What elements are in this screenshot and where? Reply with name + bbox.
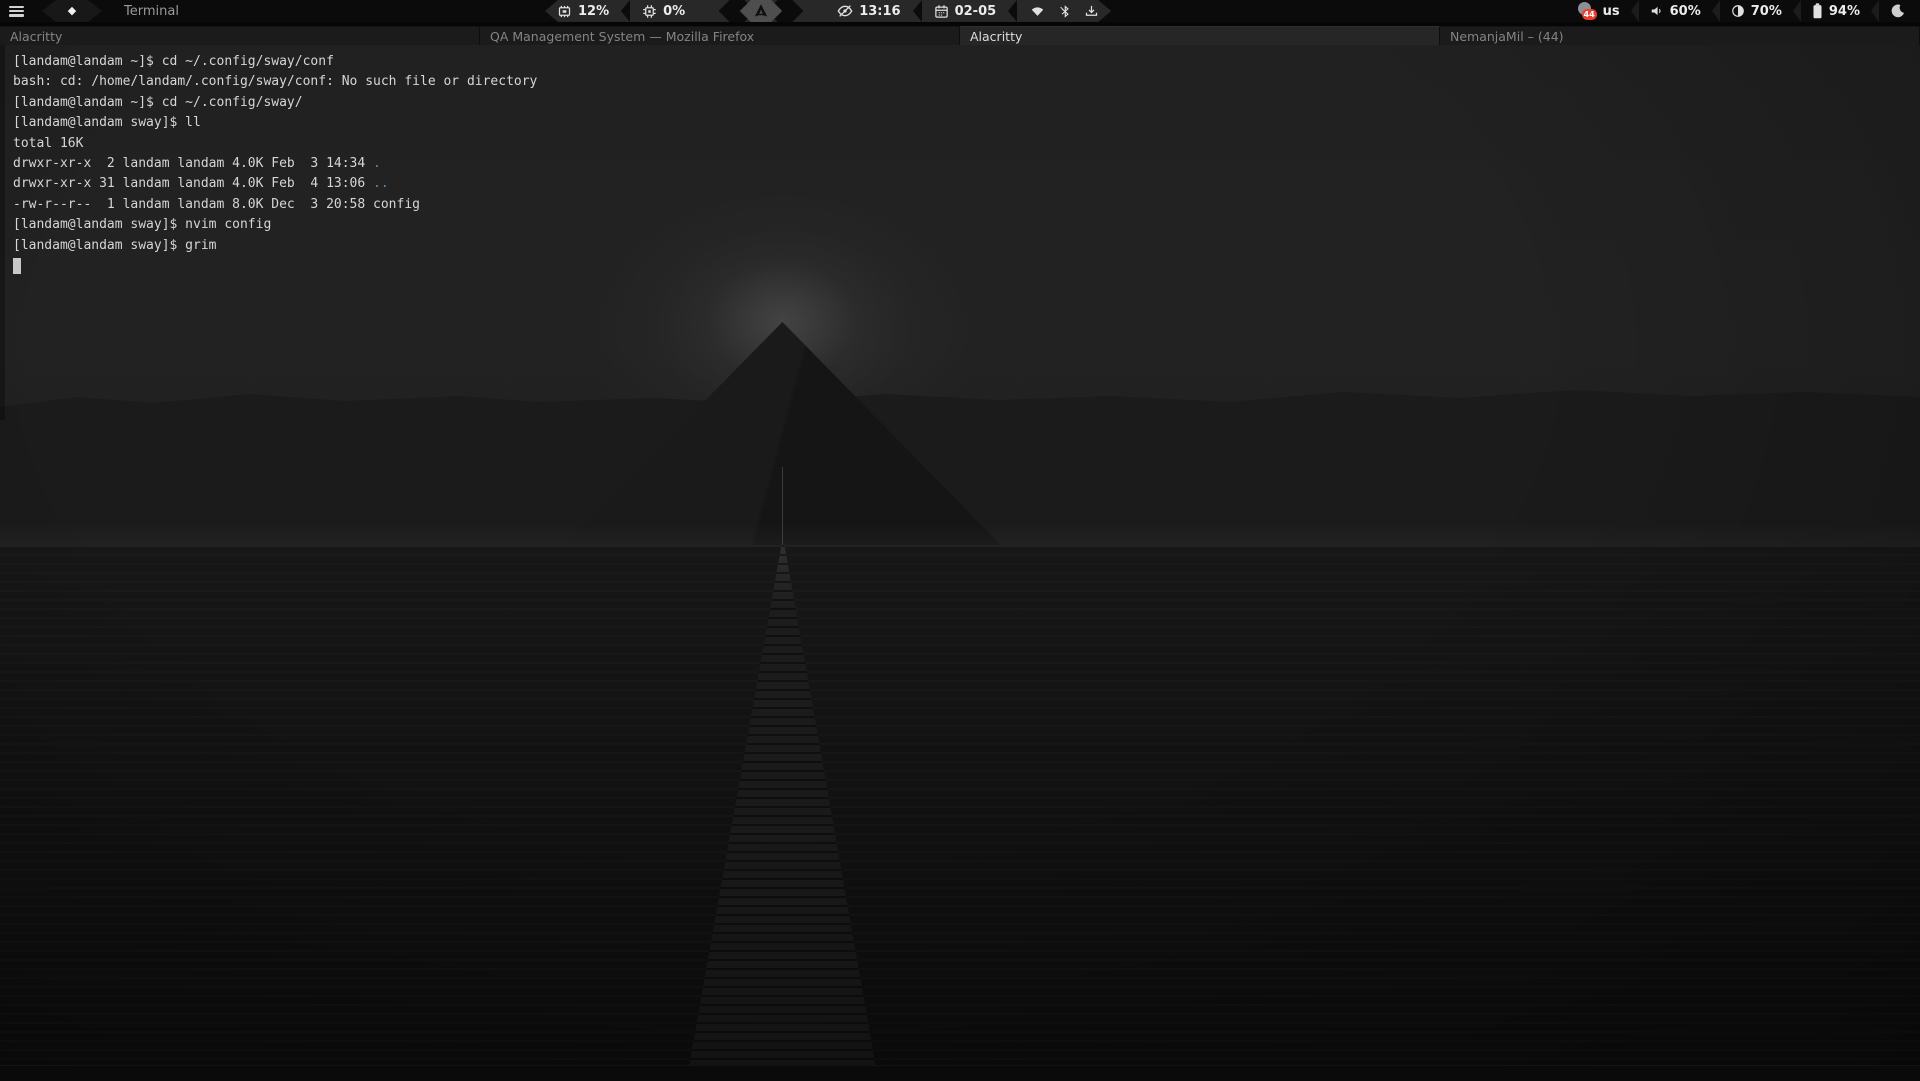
terminal-line: drwxr-xr-x 2 landam landam 4.0K Feb 3 14… — [13, 154, 537, 174]
connectivity-module[interactable] — [1017, 0, 1111, 22]
cpu-icon — [642, 4, 657, 19]
moon-icon — [1890, 3, 1906, 19]
volume-module[interactable]: 60% — [1639, 0, 1712, 22]
notification-icon: 44 — [1578, 2, 1597, 20]
menu-icon[interactable] — [9, 6, 24, 17]
brightness-icon — [1731, 4, 1745, 18]
terminal-line: total 16K — [13, 134, 537, 154]
battery-icon — [1812, 3, 1823, 19]
tab-title: Alacritty — [970, 29, 1022, 44]
terminal-window[interactable]: [landam@landam ~]$ cd ~/.config/sway/con… — [0, 45, 1920, 1065]
tab-bar: Alacritty QA Management System — Mozilla … — [0, 26, 1920, 45]
arch-logo-icon — [753, 3, 770, 20]
tab-2[interactable]: Alacritty — [960, 26, 1440, 45]
terminal-cursor — [13, 258, 21, 274]
date-module[interactable]: 02-05 — [922, 0, 1009, 22]
memory-icon — [557, 4, 572, 19]
separator — [913, 0, 922, 22]
volume-icon — [1650, 4, 1664, 18]
status-bar: ◆ Terminal 12% 0% — [0, 0, 1920, 22]
calendar-icon — [934, 4, 949, 19]
terminal-line: [landam@landam ~]$ cd ~/.config/sway/con… — [13, 52, 537, 72]
terminal-line: bash: cd: /home/landam/.config/sway/conf… — [13, 72, 537, 92]
cpu-module[interactable]: 0% — [630, 0, 697, 22]
brightness-value: 70% — [1751, 4, 1782, 19]
battery-module[interactable]: 94% — [1801, 0, 1871, 22]
keyboard-layout: us — [1603, 4, 1620, 19]
terminal-line: [landam@landam sway]$ nvim config — [13, 215, 537, 235]
separator — [1712, 0, 1720, 22]
status-bar-center: 12% 0% — [545, 0, 1111, 22]
volume-value: 60% — [1670, 4, 1701, 19]
tab-title: QA Management System — Mozilla Firefox — [490, 29, 754, 44]
separator — [621, 0, 630, 22]
terminal-line: [landam@landam ~]$ cd ~/.config/sway/ — [13, 93, 537, 113]
desktop-bottom-strip — [0, 1065, 1920, 1081]
date-value: 02-05 — [955, 4, 997, 19]
tab-title: NemanjaMil – (44) — [1450, 29, 1564, 44]
focused-window-title: Terminal — [124, 4, 179, 19]
terminal-line: drwxr-xr-x 31 landam landam 4.0K Feb 4 1… — [13, 174, 537, 194]
launcher-module[interactable] — [697, 0, 825, 22]
tab-3[interactable]: NemanjaMil – (44) — [1440, 26, 1920, 45]
notification-count-badge: 44 — [1582, 9, 1597, 20]
battery-value: 94% — [1829, 4, 1860, 19]
workspace-button[interactable]: ◆ — [42, 0, 102, 22]
memory-value: 12% — [578, 4, 609, 19]
terminal-line: [landam@landam sway]$ ll — [13, 113, 537, 133]
wifi-icon — [1029, 4, 1046, 19]
tab-title: Alacritty — [10, 29, 62, 44]
tab-1[interactable]: QA Management System — Mozilla Firefox — [480, 26, 960, 45]
bluetooth-off-icon — [1058, 4, 1072, 19]
workspace-diamond-icon: ◆ — [68, 0, 76, 22]
idle-time-module[interactable]: 13:16 — [825, 0, 912, 22]
download-icon — [1084, 4, 1099, 19]
memory-module[interactable]: 12% — [545, 0, 621, 22]
clock-value: 13:16 — [859, 4, 900, 19]
separator — [1631, 0, 1639, 22]
eye-slash-icon — [837, 3, 853, 19]
night-mode-module[interactable] — [1879, 0, 1920, 22]
terminal-line: -rw-r--r-- 1 landam landam 8.0K Dec 3 20… — [13, 195, 537, 215]
brightness-module[interactable]: 70% — [1720, 0, 1793, 22]
terminal-output: [landam@landam ~]$ cd ~/.config/sway/con… — [13, 52, 537, 276]
terminal-line: [landam@landam sway]$ grim — [13, 236, 537, 256]
status-bar-right: 44 us 60% 70% — [1567, 0, 1920, 22]
tab-0[interactable]: Alacritty — [0, 26, 480, 45]
cpu-value: 0% — [663, 4, 685, 19]
separator — [1008, 0, 1017, 22]
separator — [1793, 0, 1801, 22]
status-bar-left: ◆ Terminal — [0, 0, 179, 22]
left-edge-shade — [0, 45, 5, 420]
terminal-cursor-line — [13, 256, 537, 276]
notification-module[interactable]: 44 us — [1567, 0, 1631, 22]
separator — [1871, 0, 1879, 22]
